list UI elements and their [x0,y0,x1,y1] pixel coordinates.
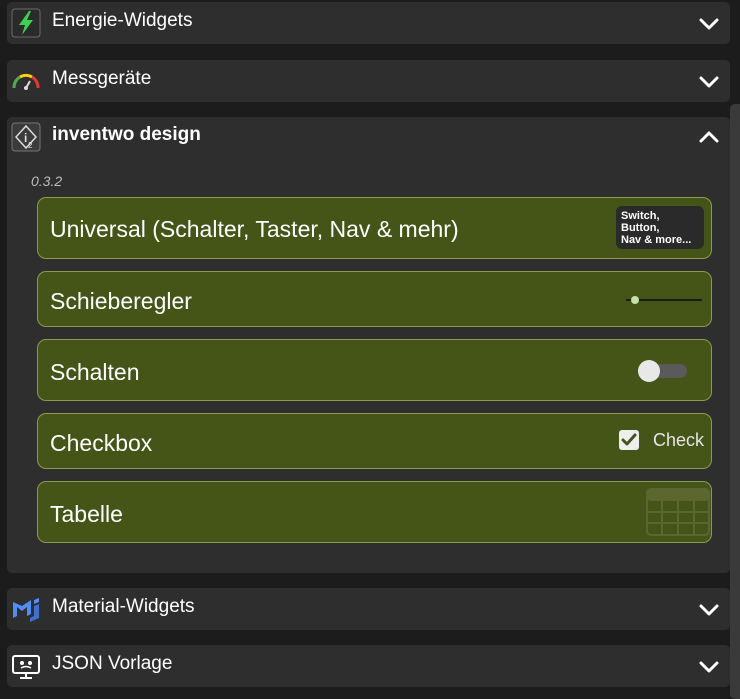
category-energie-widgets[interactable]: Energie-Widgets [7,2,730,44]
category-inventwo-design: i 2 inventwo design 0.3.2 Universal (Sch… [7,117,730,573]
material-widgets-icon [11,594,41,624]
category-title: JSON Vorlage [52,653,173,674]
scrollbar-thumb[interactable] [730,104,740,699]
widget-universal[interactable]: Universal (Schalter, Taster, Nav & mehr)… [37,197,712,259]
chevron-down-icon[interactable] [698,656,720,678]
universal-preview: Switch, Button, Nav & more... [616,206,704,249]
chevron-down-icon[interactable] [698,13,720,35]
widget-label: Schieberegler [50,288,192,314]
widget-label: Tabelle [50,501,123,527]
panel-header[interactable]: i 2 inventwo design [7,117,730,159]
svg-text:2: 2 [28,141,33,150]
gauge-icon [11,66,41,96]
widget-label: Checkbox [50,430,153,456]
preview-line: Nav & more... [621,234,692,246]
checkbox-checked-icon [619,430,639,450]
widget-checkbox[interactable]: Checkbox Check [37,413,712,469]
category-material-widgets[interactable]: Material-Widgets [7,588,730,630]
version-label: 0.3.2 [31,173,63,189]
svg-text:i: i [24,131,27,145]
chevron-down-icon[interactable] [698,71,720,93]
preview-line: Button, [621,222,660,234]
category-title: Messgeräte [52,68,152,89]
inventwo-logo-icon: i 2 [11,122,41,152]
widget-tabelle[interactable]: Tabelle [37,481,712,543]
preview-line: Switch, [621,210,660,222]
slider-preview [622,292,704,308]
widget-schieberegler[interactable]: Schieberegler [37,271,712,327]
widget-schalten[interactable]: Schalten [37,339,712,401]
widget-label: Universal (Schalter, Taster, Nav & mehr) [50,216,459,242]
checkbox-preview-text: Check [653,430,705,450]
toggle-preview [635,357,691,385]
category-messgeraete[interactable]: Messgeräte [7,60,730,102]
chevron-down-icon[interactable] [698,599,720,621]
json-template-icon [11,651,41,681]
widget-label: Schalten [50,359,140,385]
category-json-vorlage[interactable]: JSON Vorlage [7,645,730,687]
chevron-up-icon[interactable] [698,126,720,148]
lightning-icon [11,8,41,38]
category-title: Material-Widgets [52,596,195,617]
category-title: Energie-Widgets [52,10,193,31]
category-title: inventwo design [52,124,201,145]
table-preview-icon [646,488,710,536]
